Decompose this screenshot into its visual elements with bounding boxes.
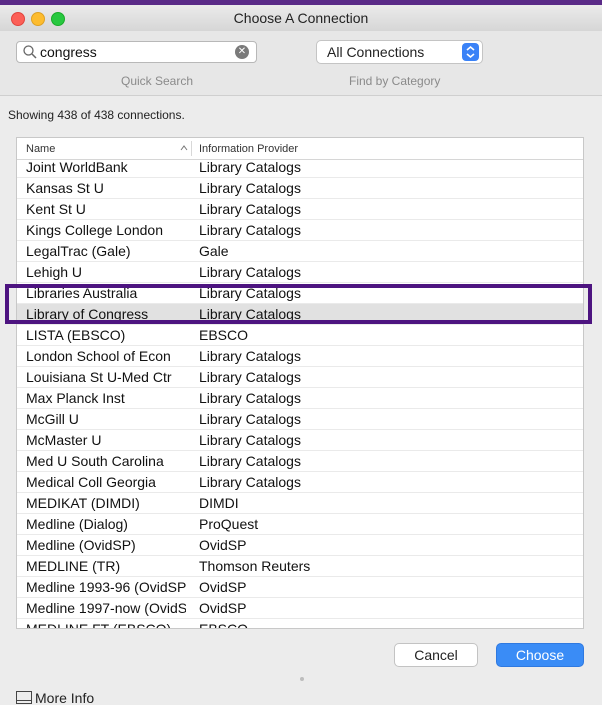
cell-provider: Library Catalogs xyxy=(199,201,301,217)
table-row[interactable]: Kansas St U Library Catalogs xyxy=(17,178,583,199)
toolbar: ✕ Quick Search All Connections Find by C… xyxy=(0,31,602,96)
table-row[interactable]: Medline 1993-96 (OvidSP) OvidSP xyxy=(17,577,583,598)
sort-ascending-icon xyxy=(180,145,188,151)
chevron-updown-icon xyxy=(462,43,479,61)
table-row[interactable]: Kent St U Library Catalogs xyxy=(17,199,583,220)
cell-provider: OvidSP xyxy=(199,537,247,553)
cell-name: Kansas St U xyxy=(26,180,104,196)
cell-provider: Library Catalogs xyxy=(199,390,301,406)
row-highlight-annotation xyxy=(5,284,592,324)
cell-provider: Library Catalogs xyxy=(199,264,301,280)
cell-provider: Library Catalogs xyxy=(199,348,301,364)
cell-name: Medical Coll Georgia xyxy=(26,474,156,490)
connection-count-label: Showing 438 of 438 connections. xyxy=(8,108,185,122)
table-row[interactable]: Max Planck Inst Library Catalogs xyxy=(17,388,583,409)
cell-provider: Library Catalogs xyxy=(199,453,301,469)
table-row[interactable]: LegalTrac (Gale) Gale xyxy=(17,241,583,262)
cell-name: Lehigh U xyxy=(26,264,83,280)
cell-name: MEDLINE (TR) xyxy=(26,558,121,574)
cell-name: Louisiana St U-Med Ctr xyxy=(26,369,172,385)
cell-provider: Library Catalogs xyxy=(199,180,301,196)
cell-name: Med U South Carolina xyxy=(26,453,164,469)
cell-name: Joint WorldBank xyxy=(26,159,128,175)
column-header-name[interactable]: Name xyxy=(26,143,55,155)
cell-name: London School of Econ xyxy=(26,348,171,364)
cell-name: MEDLINE FT (EBSCO) xyxy=(26,621,172,629)
cell-provider: Thomson Reuters xyxy=(199,558,311,574)
cell-provider: Library Catalogs xyxy=(199,159,301,175)
category-select[interactable]: All Connections xyxy=(316,40,483,64)
info-panel-icon xyxy=(16,691,32,704)
cell-provider: Library Catalogs xyxy=(199,432,301,448)
cell-provider: Gale xyxy=(199,243,229,259)
search-icon xyxy=(23,45,37,59)
table-row[interactable]: Medical Coll Georgia Library Catalogs xyxy=(17,472,583,493)
cell-provider: OvidSP xyxy=(199,600,247,616)
cell-name: McMaster U xyxy=(26,432,102,448)
cell-name: LISTA (EBSCO) xyxy=(26,327,126,343)
cell-name: Medline 1993-96 (OvidSP) xyxy=(26,579,186,595)
table-row[interactable]: Louisiana St U-Med Ctr Library Catalogs xyxy=(17,367,583,388)
cancel-button[interactable]: Cancel xyxy=(394,643,478,667)
cell-provider: Library Catalogs xyxy=(199,222,301,238)
table-row[interactable]: Med U South Carolina Library Catalogs xyxy=(17,451,583,472)
resize-grip[interactable] xyxy=(300,677,304,681)
table-body: Joint WorldBank Library Catalogs Kansas St… xyxy=(17,159,583,629)
table-row[interactable]: LISTA (EBSCO) EBSCO xyxy=(17,325,583,346)
cell-name: MEDIKAT (DIMDI) xyxy=(26,495,140,511)
choose-button[interactable]: Choose xyxy=(496,643,584,667)
cell-name: Kent St U xyxy=(26,201,86,217)
cell-name: Medline (OvidSP) xyxy=(26,537,136,553)
table-row[interactable]: Joint WorldBank Library Catalogs xyxy=(17,159,583,178)
quick-search-field[interactable]: ✕ xyxy=(16,41,257,63)
cell-name: Kings College London xyxy=(26,222,163,238)
cell-name: Medline (Dialog) xyxy=(26,516,128,532)
cell-provider: EBSCO xyxy=(199,327,249,343)
table-row[interactable]: London School of Econ Library Catalogs xyxy=(17,346,583,367)
table-row[interactable]: Medline (OvidSP) OvidSP xyxy=(17,535,583,556)
category-caption: Find by Category xyxy=(349,74,441,88)
cell-name: Max Planck Inst xyxy=(26,390,125,406)
quick-search-caption: Quick Search xyxy=(121,74,194,88)
table-row[interactable]: MEDLINE (TR) Thomson Reuters xyxy=(17,556,583,577)
more-info-label: More Info xyxy=(35,690,95,705)
category-selected-value: All Connections xyxy=(327,44,425,60)
choose-connection-window: Choose A Connection ✕ Quick Search All C… xyxy=(0,5,602,705)
table-row[interactable]: Medline (Dialog) ProQuest xyxy=(17,514,583,535)
cell-provider: Library Catalogs xyxy=(199,474,301,490)
connections-table: Name Information Provider Joint WorldBan… xyxy=(16,137,584,629)
cell-provider: ProQuest xyxy=(199,516,259,532)
table-row[interactable]: Medline 1997-now (OvidSP) OvidSP xyxy=(17,598,583,619)
cell-name: Medline 1997-now (OvidSP) xyxy=(26,600,186,616)
window-title: Choose A Connection xyxy=(233,10,369,26)
cell-provider: Library Catalogs xyxy=(199,369,301,385)
table-header: Name Information Provider xyxy=(17,138,583,160)
column-divider[interactable] xyxy=(191,141,192,156)
table-row[interactable]: McMaster U Library Catalogs xyxy=(17,430,583,451)
table-row[interactable]: Lehigh U Library Catalogs xyxy=(17,262,583,283)
cell-name: LegalTrac (Gale) xyxy=(26,243,131,259)
clear-search-icon[interactable]: ✕ xyxy=(235,45,249,59)
title-bar: Choose A Connection xyxy=(0,5,602,32)
table-row[interactable]: MEDIKAT (DIMDI) DIMDI xyxy=(17,493,583,514)
table-row[interactable]: Kings College London Library Catalogs xyxy=(17,220,583,241)
cell-name: McGill U xyxy=(26,411,79,427)
table-rows: Joint WorldBank Library Catalogs Kansas St… xyxy=(17,159,583,629)
cell-provider: DIMDI xyxy=(199,495,239,511)
cell-provider: EBSCO xyxy=(199,621,249,629)
cell-provider: OvidSP xyxy=(199,579,247,595)
column-header-provider[interactable]: Information Provider xyxy=(199,143,298,155)
table-row[interactable]: McGill U Library Catalogs xyxy=(17,409,583,430)
cell-provider: Library Catalogs xyxy=(199,411,301,427)
search-input[interactable] xyxy=(40,43,225,61)
table-row[interactable]: MEDLINE FT (EBSCO) EBSCO xyxy=(17,619,583,629)
